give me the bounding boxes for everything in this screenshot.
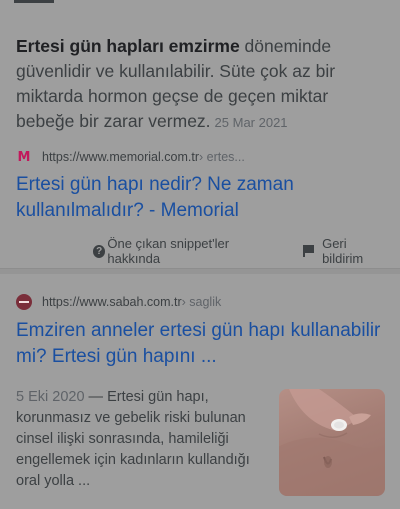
result-date: 5 Eki 2020 [16,389,85,405]
about-featured-snippets-link[interactable]: Öne çıkan snippet'ler hakkında [107,236,276,266]
result-source-sabah[interactable]: https://www.sabah.com.tr › saglik [16,292,221,312]
result-title-link-memorial[interactable]: Ertesi gün hapı nedir? Ne zaman kullanıl… [16,172,381,224]
results-divider [0,268,400,274]
memorial-favicon-icon: M [17,149,31,165]
feedback-flag-icon [302,245,315,257]
result-source-memorial[interactable]: M https://www.memorial.com.tr › ertes... [16,147,245,167]
result-url-path: › ertes... [198,150,245,164]
snippet-date: 25 Mar 2021 [214,115,288,130]
result-title-link-sabah[interactable]: Emziren anneler ertesi gün hapı kullanab… [16,318,381,370]
result-thumbnail-image[interactable] [279,389,385,496]
snippet-footer: ? Öne çıkan snippet'ler hakkında Geri bi… [93,236,388,266]
help-circle-icon: ? [93,244,106,258]
result-description: 5 Eki 2020 — Ertesi gün hapı, korunmasız… [16,387,271,492]
active-tab-indicator [14,0,54,3]
feedback-link[interactable]: Geri bildirim [322,236,388,266]
result-dash: — [84,389,108,405]
result-url-path: › saglik [181,295,222,309]
snippet-bold-text: Ertesi gün hapları emzirme [16,36,240,56]
result-url: https://www.sabah.com.tr [42,295,182,309]
result-url: https://www.memorial.com.tr [42,150,199,164]
thumbnail-illustration [279,389,385,496]
sabah-favicon-icon [16,294,32,310]
featured-snippet-text: Ertesi gün hapları emzirme döneminde güv… [16,34,376,135]
